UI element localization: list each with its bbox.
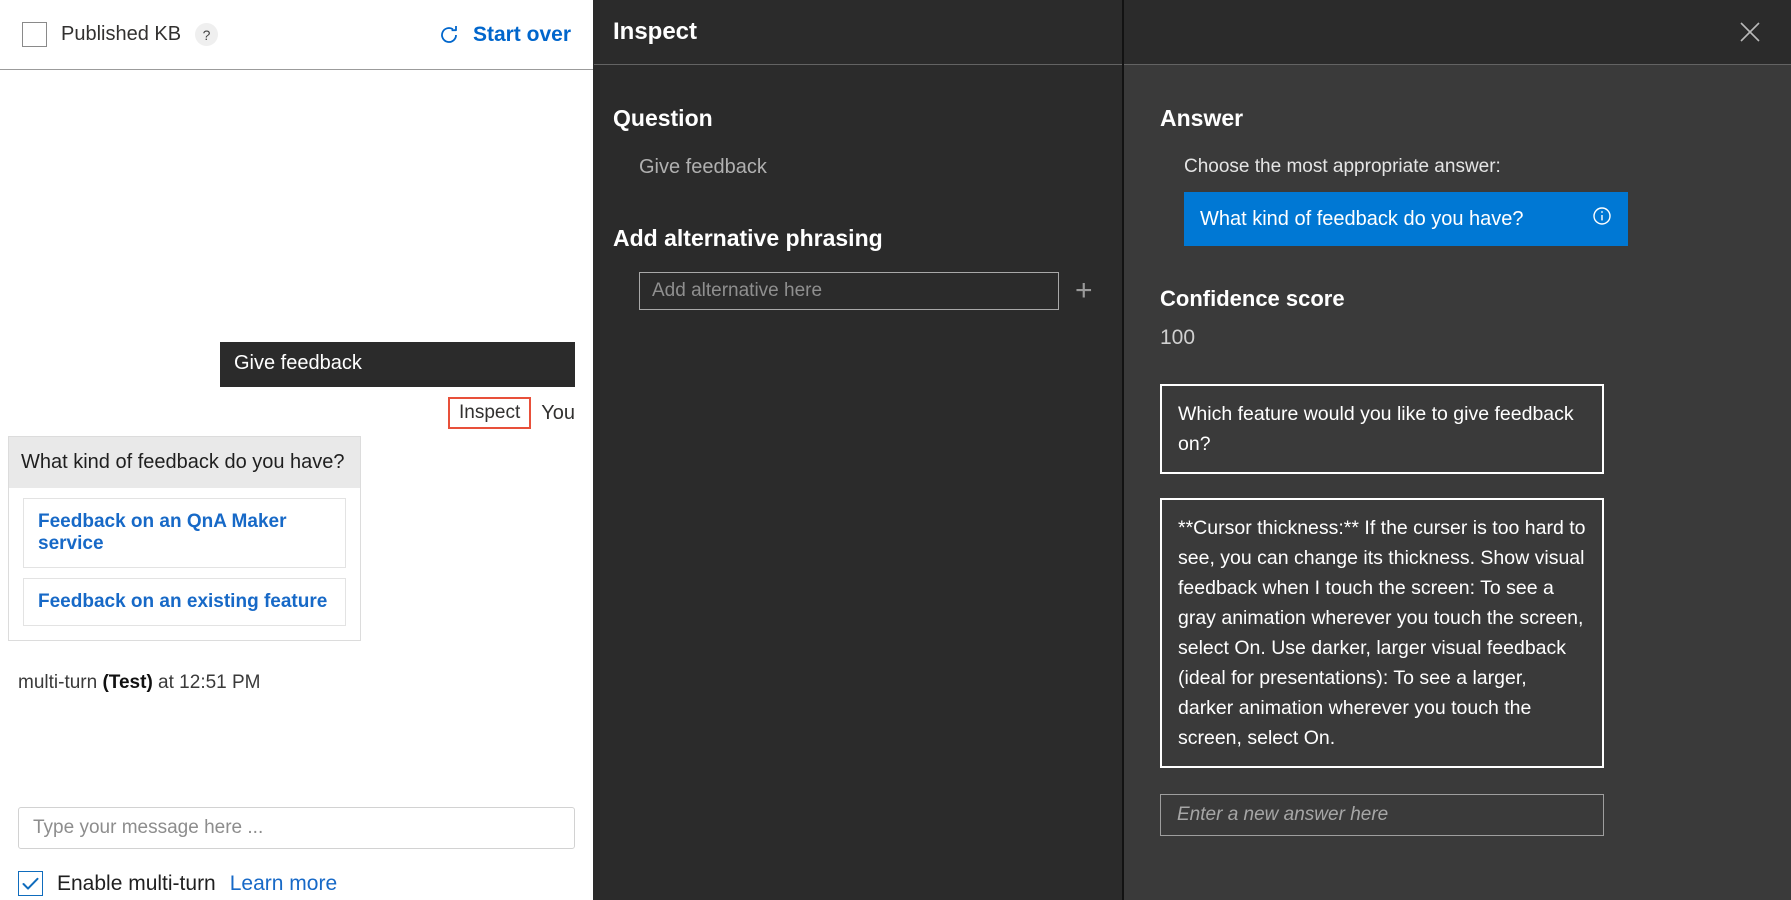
bot-meta-bold: (Test) xyxy=(102,672,152,693)
inspect-header: Inspect xyxy=(594,0,1122,65)
chat-transcript: Give feedback Inspect You What kind of f… xyxy=(0,70,593,793)
qna-maker-test-window: Published KB ? Start over Give feedback … xyxy=(0,0,1791,900)
enable-multiturn-row: Enable multi-turn Learn more xyxy=(18,871,575,900)
plus-icon[interactable]: + xyxy=(1075,276,1093,306)
confidence-score-value: 100 xyxy=(1160,326,1757,350)
published-kb-group: Published KB ? xyxy=(22,22,218,47)
answer-panel-header xyxy=(1124,0,1791,65)
chat-header: Published KB ? Start over xyxy=(0,0,593,70)
user-sender-label: You xyxy=(541,402,575,425)
learn-more-link[interactable]: Learn more xyxy=(230,872,337,896)
enable-multiturn-checkbox[interactable] xyxy=(18,871,43,896)
alternative-phrasing-heading: Add alternative phrasing xyxy=(613,225,1122,252)
inspect-title: Inspect xyxy=(613,18,697,46)
bot-meta-suffix: at 12:51 PM xyxy=(153,672,261,693)
refresh-icon xyxy=(437,23,461,47)
user-message-row: Give feedback Inspect You xyxy=(0,342,575,429)
user-message-bubble: Give feedback xyxy=(220,342,575,387)
bot-option-button[interactable]: Feedback on an QnA Maker service xyxy=(23,498,346,568)
message-input[interactable] xyxy=(18,807,575,849)
inspect-body: Question Give feedback Add alternative p… xyxy=(594,65,1122,310)
chat-footer: Enable multi-turn Learn more xyxy=(0,793,593,900)
help-icon[interactable]: ? xyxy=(195,23,218,46)
bot-option-list: Feedback on an QnA Maker service Feedbac… xyxy=(9,488,360,640)
info-icon[interactable] xyxy=(1592,206,1612,232)
published-kb-label: Published KB xyxy=(61,23,181,46)
bot-question-text: What kind of feedback do you have? xyxy=(9,437,360,488)
bot-message-timestamp: multi-turn (Test) at 12:51 PM xyxy=(18,672,261,694)
question-heading: Question xyxy=(613,105,1122,132)
answer-option-box[interactable]: Which feature would you like to give fee… xyxy=(1160,384,1604,474)
answer-heading: Answer xyxy=(1160,105,1757,132)
answer-panel: Answer Choose the most appropriate answe… xyxy=(1124,0,1791,900)
bot-message-card: What kind of feedback do you have? Feedb… xyxy=(8,436,361,641)
confidence-score-heading: Confidence score xyxy=(1160,286,1757,312)
alternative-phrasing-row: + xyxy=(639,272,1122,310)
user-message-meta: Inspect You xyxy=(448,397,575,429)
alternative-phrasing-input[interactable] xyxy=(639,272,1059,310)
start-over-button[interactable]: Start over xyxy=(437,23,571,47)
start-over-label: Start over xyxy=(473,23,571,47)
selected-answer-option[interactable]: What kind of feedback do you have? xyxy=(1184,192,1628,246)
question-value: Give feedback xyxy=(639,156,1122,179)
answer-body: Answer Choose the most appropriate answe… xyxy=(1124,65,1791,900)
chat-panel: Published KB ? Start over Give feedback … xyxy=(0,0,594,900)
inspect-panel: Inspect Question Give feedback Add alter… xyxy=(594,0,1124,900)
bot-meta-prefix: multi-turn xyxy=(18,672,102,693)
selected-answer-text: What kind of feedback do you have? xyxy=(1200,208,1524,231)
enable-multiturn-label: Enable multi-turn xyxy=(57,872,216,896)
new-answer-input[interactable] xyxy=(1160,794,1604,836)
published-kb-checkbox[interactable] xyxy=(22,22,47,47)
close-icon[interactable] xyxy=(1733,15,1767,49)
choose-answer-label: Choose the most appropriate answer: xyxy=(1184,156,1757,178)
bot-option-button[interactable]: Feedback on an existing feature xyxy=(23,578,346,626)
inspect-button[interactable]: Inspect xyxy=(448,397,531,429)
answer-option-box[interactable]: **Cursor thickness:** If the curser is t… xyxy=(1160,498,1604,768)
